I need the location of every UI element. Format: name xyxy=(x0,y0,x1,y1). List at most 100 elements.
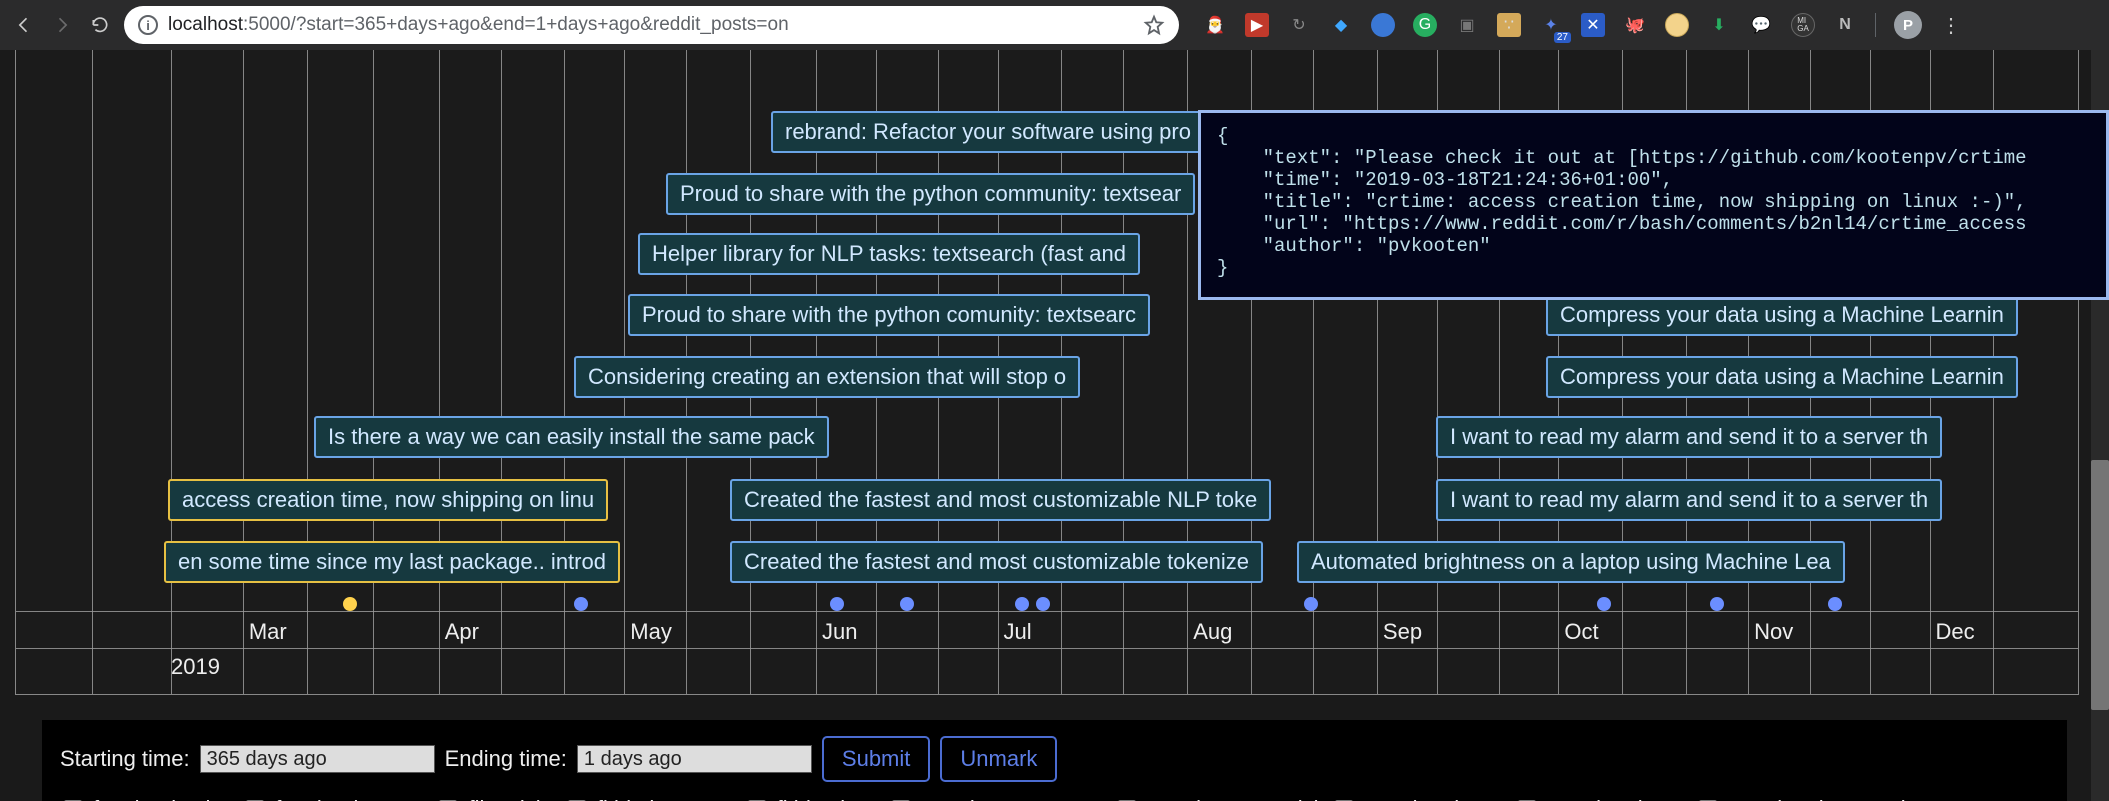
site-info-icon[interactable]: i xyxy=(138,15,158,35)
month-label: Apr xyxy=(445,619,479,645)
axis-line-lower xyxy=(16,648,2078,649)
timeline-dot[interactable] xyxy=(1304,597,1318,611)
source-facebook_posts[interactable]: facebook_posts xyxy=(242,796,429,801)
gridline xyxy=(92,50,93,694)
ext-shield-icon[interactable]: ▣ xyxy=(1455,13,1479,37)
source-label: facebook_posts xyxy=(275,796,429,801)
gridline xyxy=(243,50,244,694)
source-fitbit_sleep[interactable]: fitbit_sleep xyxy=(744,796,882,801)
gridline xyxy=(439,50,440,694)
timeline-dot[interactable] xyxy=(343,597,357,611)
submit-button[interactable]: Submit xyxy=(822,736,930,782)
source-google_play_music[interactable]: google_play_music xyxy=(1695,796,1916,801)
timeline-event[interactable]: Proud to share with the python comunity:… xyxy=(628,294,1150,336)
month-label: Sep xyxy=(1383,619,1422,645)
month-label: Jul xyxy=(1004,619,1032,645)
end-time-input[interactable] xyxy=(577,745,812,773)
ext-x-icon[interactable]: ✕ xyxy=(1581,13,1605,37)
url-path: :5000/?start=365+days+ago&end=1+days+ago… xyxy=(243,14,789,35)
unmark-button[interactable]: Unmark xyxy=(940,736,1057,782)
source-label: google_places xyxy=(1547,796,1689,801)
source-label: google_app_usage xyxy=(921,796,1108,801)
gridline xyxy=(373,50,374,694)
ext-badge-icon[interactable]: ✦27 xyxy=(1539,13,1563,37)
controls-panel: Starting time: Ending time: Submit Unmar… xyxy=(42,720,2067,801)
source-facebook_chat[interactable]: facebook_chat xyxy=(60,796,236,801)
timeline-dot[interactable] xyxy=(574,597,588,611)
event-tooltip: { "text": "Please check it out at [https… xyxy=(1198,110,2109,300)
start-time-input[interactable] xyxy=(200,745,435,773)
source-google_app_usage[interactable]: google_app_usage xyxy=(888,796,1108,801)
gridline xyxy=(171,50,172,694)
ext-speech-icon[interactable]: 💬 xyxy=(1749,13,1773,37)
ext-cat-icon[interactable]: 🐙 xyxy=(1623,13,1647,37)
ext-box-icon[interactable]: ∵ xyxy=(1497,13,1521,37)
menu-button[interactable]: ⋮ xyxy=(1940,13,1962,38)
month-label: Oct xyxy=(1564,619,1598,645)
profile-avatar[interactable]: P xyxy=(1894,11,1922,39)
timeline-event[interactable]: Is there a way we can easily install the… xyxy=(314,416,829,458)
start-time-label: Starting time: xyxy=(60,746,190,772)
source-google_page_visit[interactable]: google_page_visit xyxy=(1114,796,1324,801)
timeline-event[interactable]: rebrand: Refactor your software using pr… xyxy=(771,111,1205,153)
timeline-dot[interactable] xyxy=(830,597,844,611)
gridline xyxy=(564,50,565,694)
toolbar-divider xyxy=(1875,13,1876,37)
forward-button[interactable] xyxy=(48,11,76,39)
timeline-dot[interactable] xyxy=(1015,597,1029,611)
timeline-dot[interactable] xyxy=(1036,597,1050,611)
ext-diamond-icon[interactable]: ◆ xyxy=(1329,13,1353,37)
timeline-event[interactable]: I want to read my alarm and send it to a… xyxy=(1436,416,1942,458)
source-label: file_visits xyxy=(468,796,557,801)
timeline-event[interactable]: Compress your data using a Machine Learn… xyxy=(1546,356,2018,398)
page-content: MarAprMayJunJulAugSepOctNovDec 2019 rebr… xyxy=(0,50,2109,801)
timeline-dot[interactable] xyxy=(1828,597,1842,611)
ext-santa-hat-icon[interactable]: 🎅 xyxy=(1203,13,1227,37)
extension-icons: 🎅 ▶ ↻ ◆ G ▣ ∵ ✦27 ✕ 🐙 ⬇ 💬 MIGA N P ⋮ xyxy=(1203,11,1962,39)
url-host: localhost xyxy=(168,14,243,35)
source-label: google_page_visit xyxy=(1147,796,1324,801)
month-label: Dec xyxy=(1936,619,1975,645)
timeline-event[interactable]: Automated brightness on a laptop using M… xyxy=(1297,541,1845,583)
axis-line xyxy=(16,611,2078,612)
source-google_places[interactable]: google_places xyxy=(1514,796,1689,801)
timeline-event[interactable]: Considering creating an extension that w… xyxy=(574,356,1080,398)
reload-button[interactable] xyxy=(86,11,114,39)
month-label: Mar xyxy=(249,619,287,645)
source-label: facebook_chat xyxy=(93,796,236,801)
address-bar[interactable]: i localhost:5000/?start=365+days+ago&end… xyxy=(124,6,1179,44)
source-file_visits[interactable]: file_visits xyxy=(435,796,557,801)
timeline-event[interactable]: Created the fastest and most customizabl… xyxy=(730,541,1263,583)
browser-toolbar: i localhost:5000/?start=365+days+ago&end… xyxy=(0,0,2109,50)
source-fitbit_heartrate[interactable]: fitbit_heartrate xyxy=(564,796,738,801)
ext-download-icon[interactable]: ⬇ xyxy=(1707,13,1731,37)
timeline-event[interactable]: I want to read my alarm and send it to a… xyxy=(1436,479,1942,521)
ext-orange-circle-icon[interactable] xyxy=(1665,13,1689,37)
timeline-dot[interactable] xyxy=(1597,597,1611,611)
url-text: localhost:5000/?start=365+days+ago&end=1… xyxy=(168,14,1133,36)
month-label: May xyxy=(630,619,672,645)
back-button[interactable] xyxy=(10,11,38,39)
ext-circle-blue-icon[interactable] xyxy=(1371,13,1395,37)
ext-grid-icon[interactable]: MIGA xyxy=(1791,13,1815,37)
timeline-dot[interactable] xyxy=(1710,597,1724,611)
timeline-event[interactable]: en some time since my last package.. int… xyxy=(164,541,620,583)
year-label: 2019 xyxy=(171,654,220,680)
source-google_photos[interactable]: google_photos xyxy=(1331,796,1508,801)
ext-n-icon[interactable]: N xyxy=(1833,13,1857,37)
timeline-event[interactable]: Created the fastest and most customizabl… xyxy=(730,479,1271,521)
scrollbar-thumb[interactable] xyxy=(2091,460,2109,710)
bookmark-star-icon[interactable] xyxy=(1143,14,1165,36)
timeline-event[interactable]: Proud to share with the python community… xyxy=(666,173,1195,215)
timeline-event[interactable]: Compress your data using a Machine Learn… xyxy=(1546,294,2018,336)
timeline-dot[interactable] xyxy=(900,597,914,611)
ext-red-square-icon[interactable]: ▶ xyxy=(1245,13,1269,37)
ext-green-circle-icon[interactable]: G xyxy=(1413,13,1437,37)
ext-sync-icon[interactable]: ↻ xyxy=(1287,13,1311,37)
end-time-label: Ending time: xyxy=(445,746,567,772)
timeline-event[interactable]: Helper library for NLP tasks: textsearch… xyxy=(638,233,1140,275)
source-label: google_play_music xyxy=(1728,796,1916,801)
gridline xyxy=(501,50,502,694)
month-label: Jun xyxy=(822,619,857,645)
timeline-event[interactable]: access creation time, now shipping on li… xyxy=(168,479,608,521)
